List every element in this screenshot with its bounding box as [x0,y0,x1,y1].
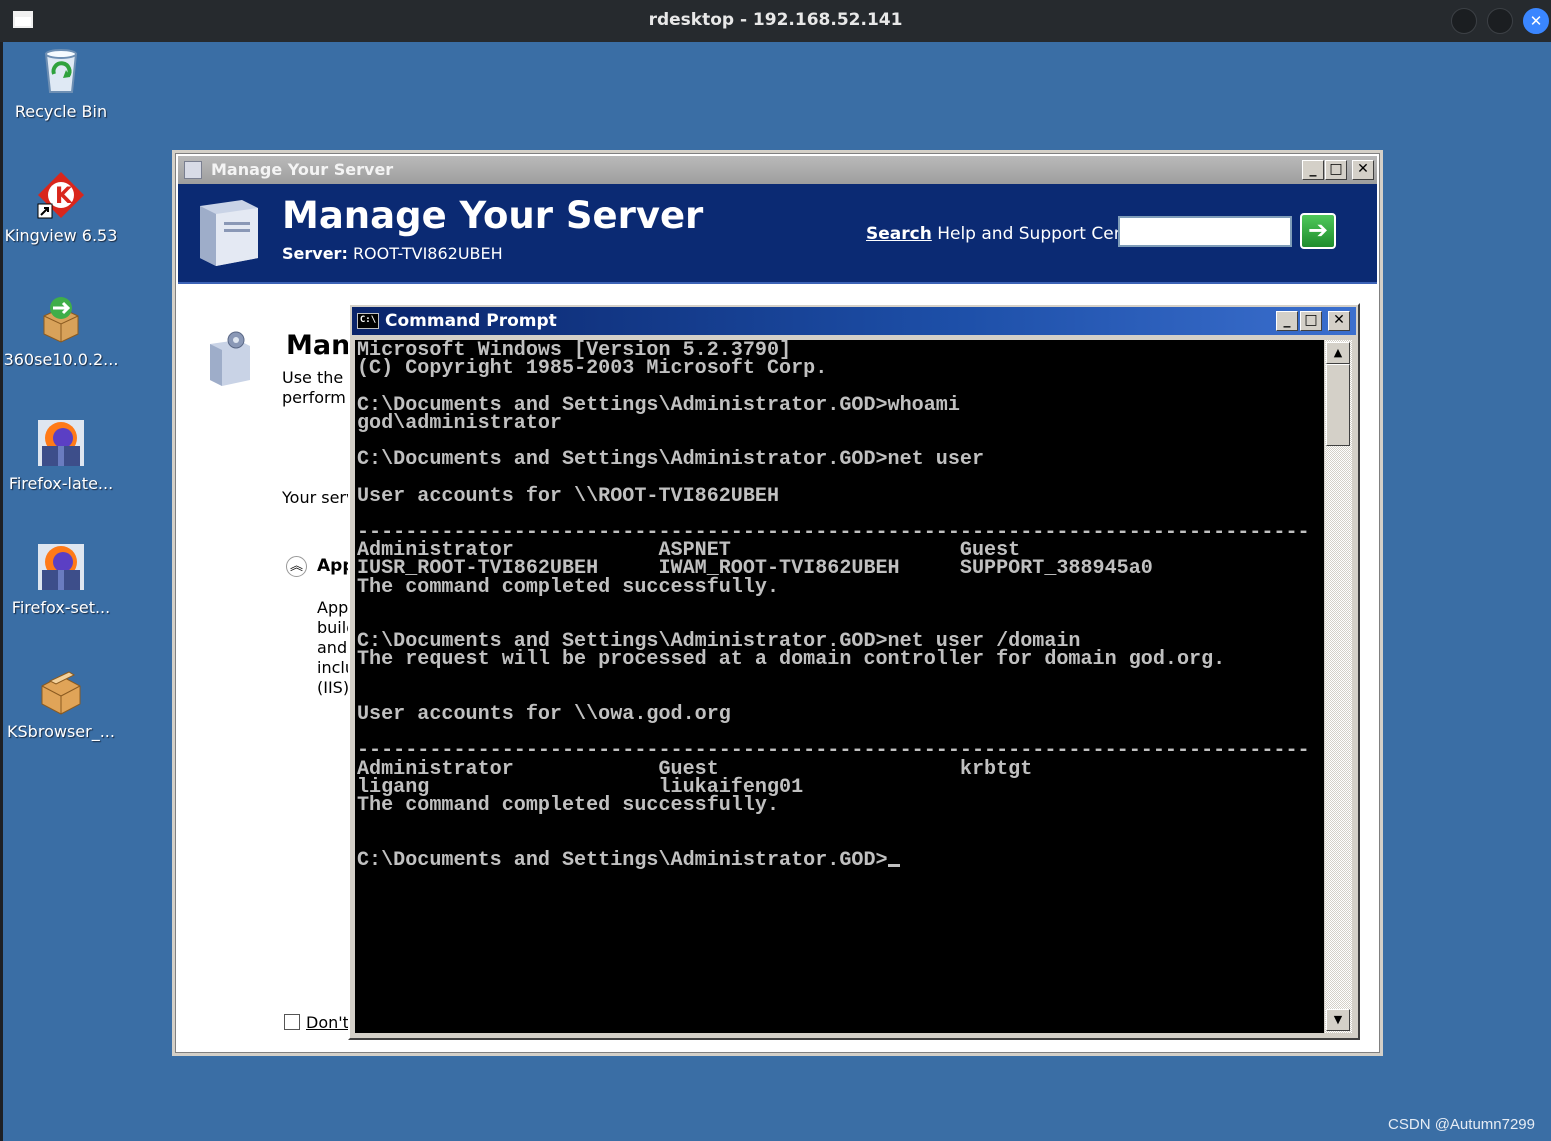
search-label-rest: Help and Support Center [931,224,1149,244]
search-help-label: Search Help and Support Center [866,224,1149,244]
console-line: god\administrator [357,411,562,435]
triangle-up-icon: ▲ [1333,346,1343,359]
server-name: ROOT-TVI862UBEH [352,244,503,263]
scroll-down-button[interactable]: ▼ [1326,1009,1350,1031]
console-line: C:\Documents and Settings\Administrator.… [357,848,888,872]
desktop-icon-label: KSbrowser_... [7,722,115,741]
console-text: Microsoft Windows [Version 5.2.3790] (C)… [355,340,1324,870]
desktop-icon-label: Kingview 6.53 [4,226,118,245]
dont-show-checkbox[interactable] [284,1014,300,1030]
firefox-installer-icon [36,542,86,592]
console-line: The command completed successfully. [357,575,780,599]
collapse-roles-button[interactable]: ︽ [286,556,307,577]
desktop-icon-ksbrowser[interactable]: KSbrowser_... [0,666,122,741]
triangle-down-icon: ▼ [1333,1013,1343,1026]
scrollbar-thumb[interactable] [1326,364,1350,446]
desktop-icon-firefox-latest[interactable]: Firefox-late... [0,418,122,493]
manage-server-title-bar[interactable]: Manage Your Server _ □ ✕ [178,156,1377,184]
maximize-button[interactable]: □ [1300,311,1322,331]
your-server-text: Your serv [282,488,356,507]
console-icon: C:\ [357,313,379,329]
maximize-button[interactable]: □ [1325,160,1347,180]
command-prompt-window[interactable]: C:\ Command Prompt _ □ ✕ Microsoft Windo… [348,303,1360,1040]
host-close-button[interactable]: ✕ [1523,8,1549,34]
command-prompt-title-bar[interactable]: C:\ Command Prompt _ □ ✕ [352,307,1356,335]
command-prompt-title: Command Prompt [385,311,557,331]
desktop-icon-label: Firefox-late... [8,474,114,493]
kingview-icon: K [36,170,86,220]
console-line: User accounts for \\owa.god.org [357,703,731,727]
rdesktop-title: rdesktop - 192.168.52.141 [648,10,903,30]
console-vertical-scrollbar[interactable]: ▲ ▼ [1325,340,1352,1033]
roles-text: and [317,638,348,657]
close-button[interactable]: ✕ [1352,160,1374,180]
console-line: C:\Documents and Settings\Administrator.… [357,448,985,472]
desktop-icon-firefox-setup[interactable]: Firefox-set... [0,542,122,617]
rdesktop-title-bar: rdesktop - 192.168.52.141 ✕ [0,0,1551,42]
roles-text: (IIS) [317,678,350,697]
server-name-line: Server: ROOT-TVI862UBEH [282,244,503,263]
manage-server-heading: Manage Your Server [282,194,704,237]
chevron-up-icon: ︽ [289,559,303,574]
desktop-icon-kingview[interactable]: K Kingview 6.53 [0,170,122,245]
svg-text:K: K [55,184,73,209]
desktop-icon-360se[interactable]: 360se10.0.2... [0,294,122,369]
manage-server-banner: Manage Your Server Server: ROOT-TVI862UB… [178,184,1377,284]
recycle-bin-icon [36,46,86,96]
watermark: CSDN @Autumn7299 [1388,1116,1535,1133]
text-cursor [887,863,900,867]
minimize-button[interactable]: _ [1276,311,1298,331]
console-line: User accounts for \\ROOT-TVI862UBEH [357,484,780,508]
desktop-icon-label: Firefox-set... [11,598,111,617]
package-installer-icon [36,294,86,344]
server-roles-icon [206,330,254,388]
help-search-input[interactable] [1118,216,1292,247]
host-minimize-button[interactable] [1451,8,1477,34]
search-label-bold: Search [866,224,932,244]
dont-show-label[interactable]: Don't [306,1013,349,1033]
desktop-icon-label: 360se10.0.2... [3,350,119,369]
desktop-icon-recycle-bin[interactable]: Recycle Bin [0,46,122,121]
host-maximize-button[interactable] [1487,8,1513,34]
firefox-installer-icon [36,418,86,468]
search-go-button[interactable]: ➔ [1300,213,1336,249]
scroll-up-button[interactable]: ▲ [1326,342,1350,364]
close-button[interactable]: ✕ [1328,311,1350,331]
console-line: The request will be processed at a domai… [357,648,1226,672]
server-window-icon [184,161,202,179]
close-icon: ✕ [1529,12,1543,30]
console-line: (C) Copyright 1985-2003 Microsoft Corp. [357,357,828,381]
manage-server-window-title: Manage Your Server [211,160,394,179]
arrow-right-icon: ➔ [1307,216,1329,244]
minimize-button[interactable]: _ [1302,160,1324,180]
package-installer-icon [36,666,86,716]
console-output[interactable]: Microsoft Windows [Version 5.2.3790] (C)… [355,340,1324,1033]
server-label: Server: [282,244,348,263]
console-line: The command completed successfully. [357,794,780,818]
desktop-icon-label: Recycle Bin [14,102,108,121]
content-text: Use the t [282,368,355,387]
server-icon [194,196,264,268]
